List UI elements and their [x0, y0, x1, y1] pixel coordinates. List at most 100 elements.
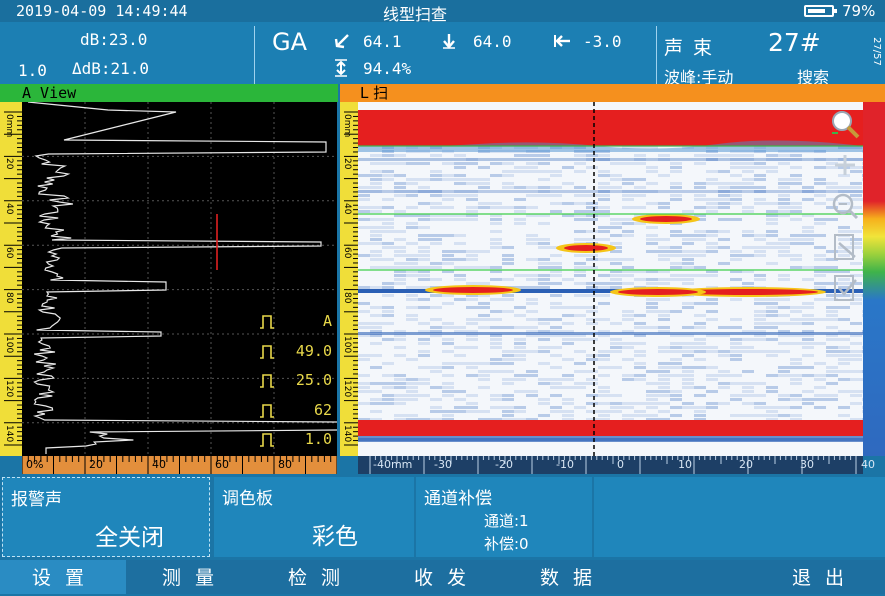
menu-settings[interactable]: 设置 — [10, 560, 120, 594]
gate-mode[interactable]: GA — [272, 28, 307, 56]
lscan-texture — [610, 222, 622, 225]
lscan-texture — [838, 306, 850, 309]
lscan-texture — [778, 254, 790, 257]
lscan-texture — [502, 186, 514, 189]
lscan-texture — [454, 362, 466, 365]
lscan-texture — [490, 406, 502, 409]
lscan-texture — [466, 198, 478, 201]
check-doc-icon[interactable] — [829, 272, 861, 304]
lscan-texture — [586, 338, 598, 341]
lscan-texture — [574, 282, 586, 285]
aview-param-value: 49.0 — [295, 341, 332, 360]
lscan-texture — [670, 414, 682, 417]
lscan-texture — [358, 374, 370, 377]
lscan-texture — [562, 166, 574, 169]
lscan-texture — [562, 278, 574, 281]
alarm-panel[interactable]: 报警声 全关闭 — [2, 477, 210, 557]
lscan-texture — [802, 234, 814, 237]
lscan-texture — [754, 178, 766, 181]
lscan-texture — [538, 282, 550, 285]
lscan-texture — [754, 162, 766, 165]
lscan-texture — [466, 366, 478, 369]
lscan-texture — [430, 306, 442, 309]
beam-number[interactable]: 27# — [768, 28, 821, 57]
lscan-texture — [454, 154, 466, 157]
db-step[interactable]: 1.0 — [18, 61, 47, 80]
lscan-texture — [586, 294, 598, 297]
lscan-texture — [658, 326, 670, 329]
lscan-texture — [382, 154, 394, 157]
lscan-texture — [586, 318, 598, 321]
lscan-texture — [634, 278, 646, 281]
lscan-texture — [790, 310, 802, 313]
zoom-out-icon[interactable] — [829, 190, 861, 222]
lscan-texture — [814, 178, 826, 181]
lscan-texture — [826, 366, 838, 369]
add-icon[interactable] — [829, 149, 861, 181]
lscan-texture — [598, 206, 610, 209]
lscan-texture — [526, 234, 538, 237]
delta-db-value[interactable]: ΔdB:21.0 — [72, 59, 149, 78]
lscan-texture — [670, 194, 682, 197]
lscan-texture — [598, 318, 610, 321]
lscan-texture — [406, 390, 418, 393]
lscan-texture — [526, 302, 538, 305]
lscan-texture — [394, 186, 406, 189]
lscan-texture — [478, 182, 490, 185]
lscan-texture — [778, 298, 790, 301]
lscan-texture — [826, 318, 838, 321]
lscan-texture — [730, 298, 742, 301]
separator — [656, 26, 657, 84]
lscan-texture — [646, 250, 658, 253]
lscan-texture — [454, 242, 466, 245]
lscan-texture — [850, 390, 862, 393]
lscan-texture — [718, 238, 730, 241]
lscan-texture — [838, 406, 850, 409]
zoom-icon[interactable] — [829, 108, 861, 140]
lscan-texture — [586, 218, 598, 221]
lscan-texture — [682, 242, 694, 245]
lscan-texture — [370, 230, 382, 233]
menu-transceive[interactable]: 收发 — [392, 560, 502, 594]
lscan-texture — [706, 402, 718, 405]
lscan-texture — [742, 166, 754, 169]
menu-data[interactable]: 数据 — [518, 560, 628, 594]
menu-measure[interactable]: 测量 — [140, 560, 250, 594]
lscan-texture — [802, 322, 814, 325]
menu-inspect[interactable]: 检测 — [266, 560, 376, 594]
lscan-texture — [634, 178, 646, 181]
lscan-texture — [778, 206, 790, 209]
edit-doc-icon[interactable] — [829, 231, 861, 263]
db-value[interactable]: dB:23.0 — [80, 30, 147, 49]
lscan-texture — [730, 174, 742, 177]
lscan-texture — [778, 250, 790, 253]
aview-depth-tick-label: 60 — [4, 247, 14, 259]
lscan-texture — [538, 162, 550, 165]
lscan-texture — [550, 366, 562, 369]
lscan-texture — [622, 310, 634, 313]
lscan-band — [358, 332, 863, 335]
lscan-texture — [634, 414, 646, 417]
lscan-texture — [814, 298, 826, 301]
menu-exit[interactable]: 退出 — [770, 560, 880, 594]
lscan-texture — [358, 354, 370, 357]
lscan-texture — [778, 202, 790, 205]
lscan-texture — [358, 358, 370, 361]
lscan-texture — [490, 326, 502, 329]
palette-panel[interactable]: 调色板 彩色 — [214, 477, 414, 557]
lscan-texture — [850, 322, 862, 325]
lscan-texture — [598, 258, 610, 261]
lscan-texture — [754, 318, 766, 321]
lscan-texture — [694, 206, 706, 209]
lscan-texture — [622, 346, 634, 349]
lscan-image[interactable] — [358, 102, 863, 456]
channel-compensation-panel[interactable]: 通道补偿 通道:1 补偿:0 — [416, 477, 592, 557]
lscan-indication — [433, 287, 513, 293]
lscan-texture — [430, 170, 442, 173]
lscan-texture — [358, 194, 370, 197]
lscan-texture — [814, 374, 826, 377]
lscan-texture — [814, 386, 826, 389]
lscan-texture — [742, 210, 754, 213]
lscan-texture — [442, 382, 454, 385]
lscan-title: L 扫 — [360, 84, 389, 102]
